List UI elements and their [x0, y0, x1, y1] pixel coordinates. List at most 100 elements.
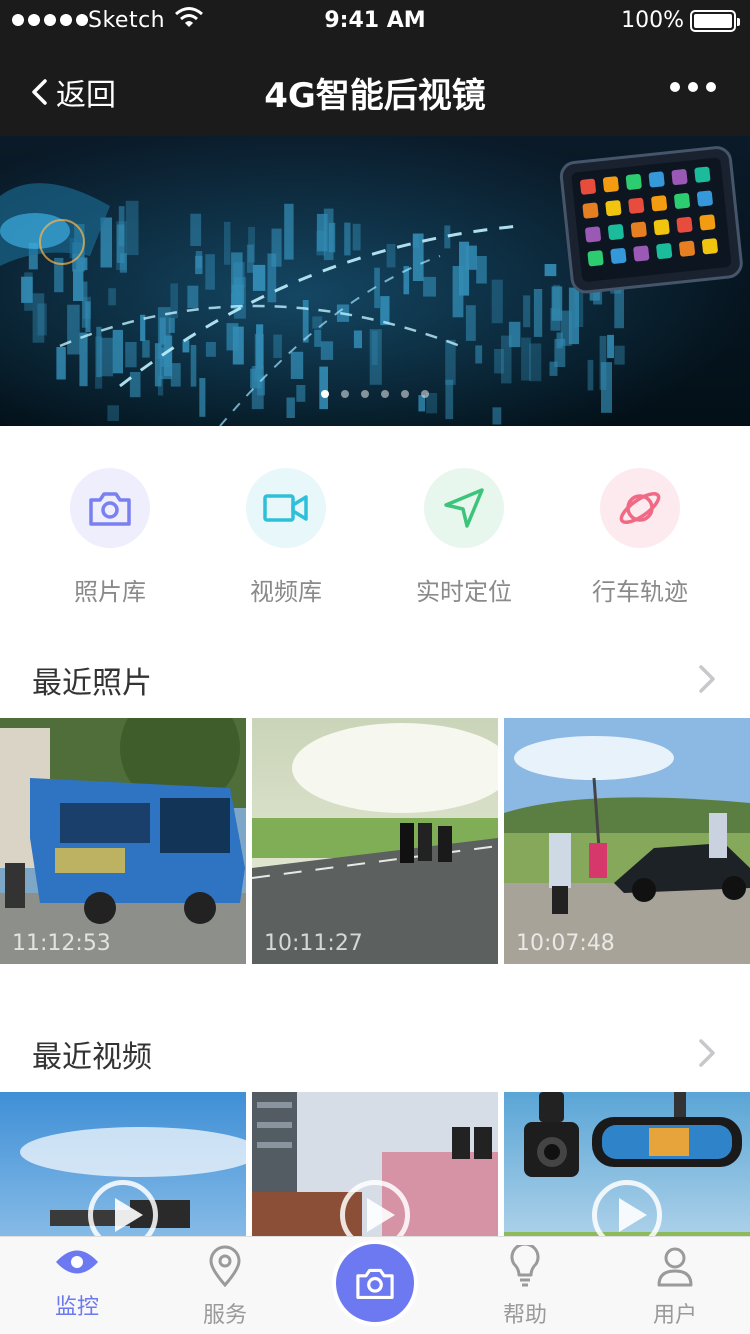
app-tile [633, 245, 650, 262]
status-bar: Sketch 9:41 AM 100% [0, 0, 750, 44]
city-tower [125, 200, 139, 256]
city-tower [587, 359, 594, 391]
app-tile [582, 202, 599, 219]
city-tower [607, 334, 614, 359]
city-tower [226, 323, 239, 351]
app-tile [699, 214, 716, 231]
city-tower [81, 281, 88, 328]
city-tower [284, 203, 294, 260]
video-library-label: 视频库 [250, 578, 322, 606]
battery-percent: 100% [621, 8, 684, 33]
city-tower [459, 241, 470, 296]
location-pin-icon [209, 1245, 241, 1288]
recent-videos-header[interactable]: 最近视频 [0, 1020, 750, 1080]
city-tower [154, 343, 162, 387]
chevron-right-icon[interactable] [698, 664, 716, 694]
photo-timestamp: 10:07:48 [516, 931, 615, 956]
carousel-dot[interactable] [421, 390, 429, 398]
city-tower [290, 351, 304, 379]
photo-timestamp: 10:11:27 [264, 931, 363, 956]
city-tower [125, 342, 137, 368]
city-tower [100, 337, 114, 377]
video-library-button[interactable]: 视频库 [198, 468, 374, 607]
city-tower [205, 342, 216, 357]
user-icon [657, 1247, 693, 1287]
chevron-right-icon[interactable] [698, 1038, 716, 1068]
city-tower [246, 244, 254, 273]
app-tile [676, 216, 693, 233]
carousel-dot[interactable] [401, 390, 409, 398]
lightbulb-icon [510, 1242, 540, 1287]
city-tower [195, 255, 203, 275]
city-tower [445, 379, 454, 420]
tab-user[interactable]: 用户 [620, 1245, 730, 1329]
city-tower [314, 329, 322, 347]
city-tower [233, 277, 246, 319]
city-tower [168, 317, 175, 333]
city-tower [344, 222, 351, 256]
banner-carousel[interactable] [0, 136, 750, 426]
city-tower [187, 285, 199, 309]
city-tower [328, 222, 336, 253]
tab-service[interactable]: 服务 [170, 1245, 280, 1329]
app-tile [607, 224, 624, 240]
city-tower [553, 284, 560, 308]
eye-icon [56, 1250, 98, 1274]
battery-icon [690, 10, 740, 32]
recent-photos-header[interactable]: 最近照片 [0, 646, 750, 706]
photo-timestamp: 11:12:53 [12, 931, 111, 956]
city-tower [250, 368, 262, 389]
app-screen: Sketch 9:41 AM 100% 返回 4G智能后视镜 照片库 视频库 实… [0, 0, 750, 1334]
city-tower [79, 332, 88, 387]
app-tile [625, 173, 642, 190]
app-tile [585, 226, 601, 243]
photo-library-button[interactable]: 照片库 [22, 468, 198, 607]
app-tile [580, 178, 596, 195]
city-tower [76, 257, 88, 271]
navigation-bar: 返回 4G智能后视镜 [0, 44, 750, 136]
app-tile [679, 240, 695, 257]
city-tower [501, 335, 512, 384]
tab-monitor[interactable]: 监控 [22, 1245, 132, 1321]
app-tile [610, 247, 627, 264]
city-tower [353, 330, 362, 349]
banner-smart-city-image [0, 136, 750, 426]
city-tower [599, 335, 607, 390]
city-tower [190, 213, 202, 246]
city-tower [476, 256, 487, 284]
city-tower [252, 264, 266, 291]
photo-thumbnail[interactable]: 11:12:53 [0, 718, 246, 964]
photo-thumbnail[interactable]: 10:11:27 [252, 718, 498, 964]
city-tower [533, 289, 543, 337]
recent-photos-grid: 11:12:53 10:11:27 10:07:48 [0, 718, 750, 964]
carousel-dot[interactable] [321, 390, 329, 398]
tab-help[interactable]: 帮助 [470, 1242, 580, 1329]
city-tower [286, 397, 295, 418]
city-tower [170, 363, 181, 387]
photo-thumbnail[interactable]: 10:07:48 [504, 718, 750, 964]
city-tower [67, 304, 80, 355]
carousel-dot[interactable] [381, 390, 389, 398]
tab-label: 用户 [652, 1303, 697, 1328]
app-tile [674, 193, 690, 209]
tab-label: 帮助 [502, 1303, 547, 1328]
city-tower [614, 345, 625, 365]
driving-track-button[interactable]: 行车轨迹 [552, 468, 728, 607]
carousel-dot[interactable] [361, 390, 369, 398]
carousel-dot[interactable] [341, 390, 349, 398]
city-tower [544, 264, 557, 277]
carousel-indicators[interactable] [0, 390, 750, 398]
city-tower [190, 345, 197, 387]
city-tower [445, 339, 456, 385]
capture-button[interactable] [332, 1240, 418, 1326]
city-tower [56, 347, 66, 380]
city-tower [320, 341, 334, 360]
city-tower [273, 334, 282, 359]
app-tile [701, 238, 718, 255]
realtime-location-button[interactable]: 实时定位 [376, 468, 552, 607]
tab-label: 服务 [202, 1303, 247, 1328]
quick-actions: 照片库 视频库 实时定位 行车轨迹 [0, 426, 750, 622]
more-options-button[interactable] [670, 82, 716, 92]
city-tower [107, 405, 119, 421]
section-title: 最近照片 [32, 666, 152, 701]
